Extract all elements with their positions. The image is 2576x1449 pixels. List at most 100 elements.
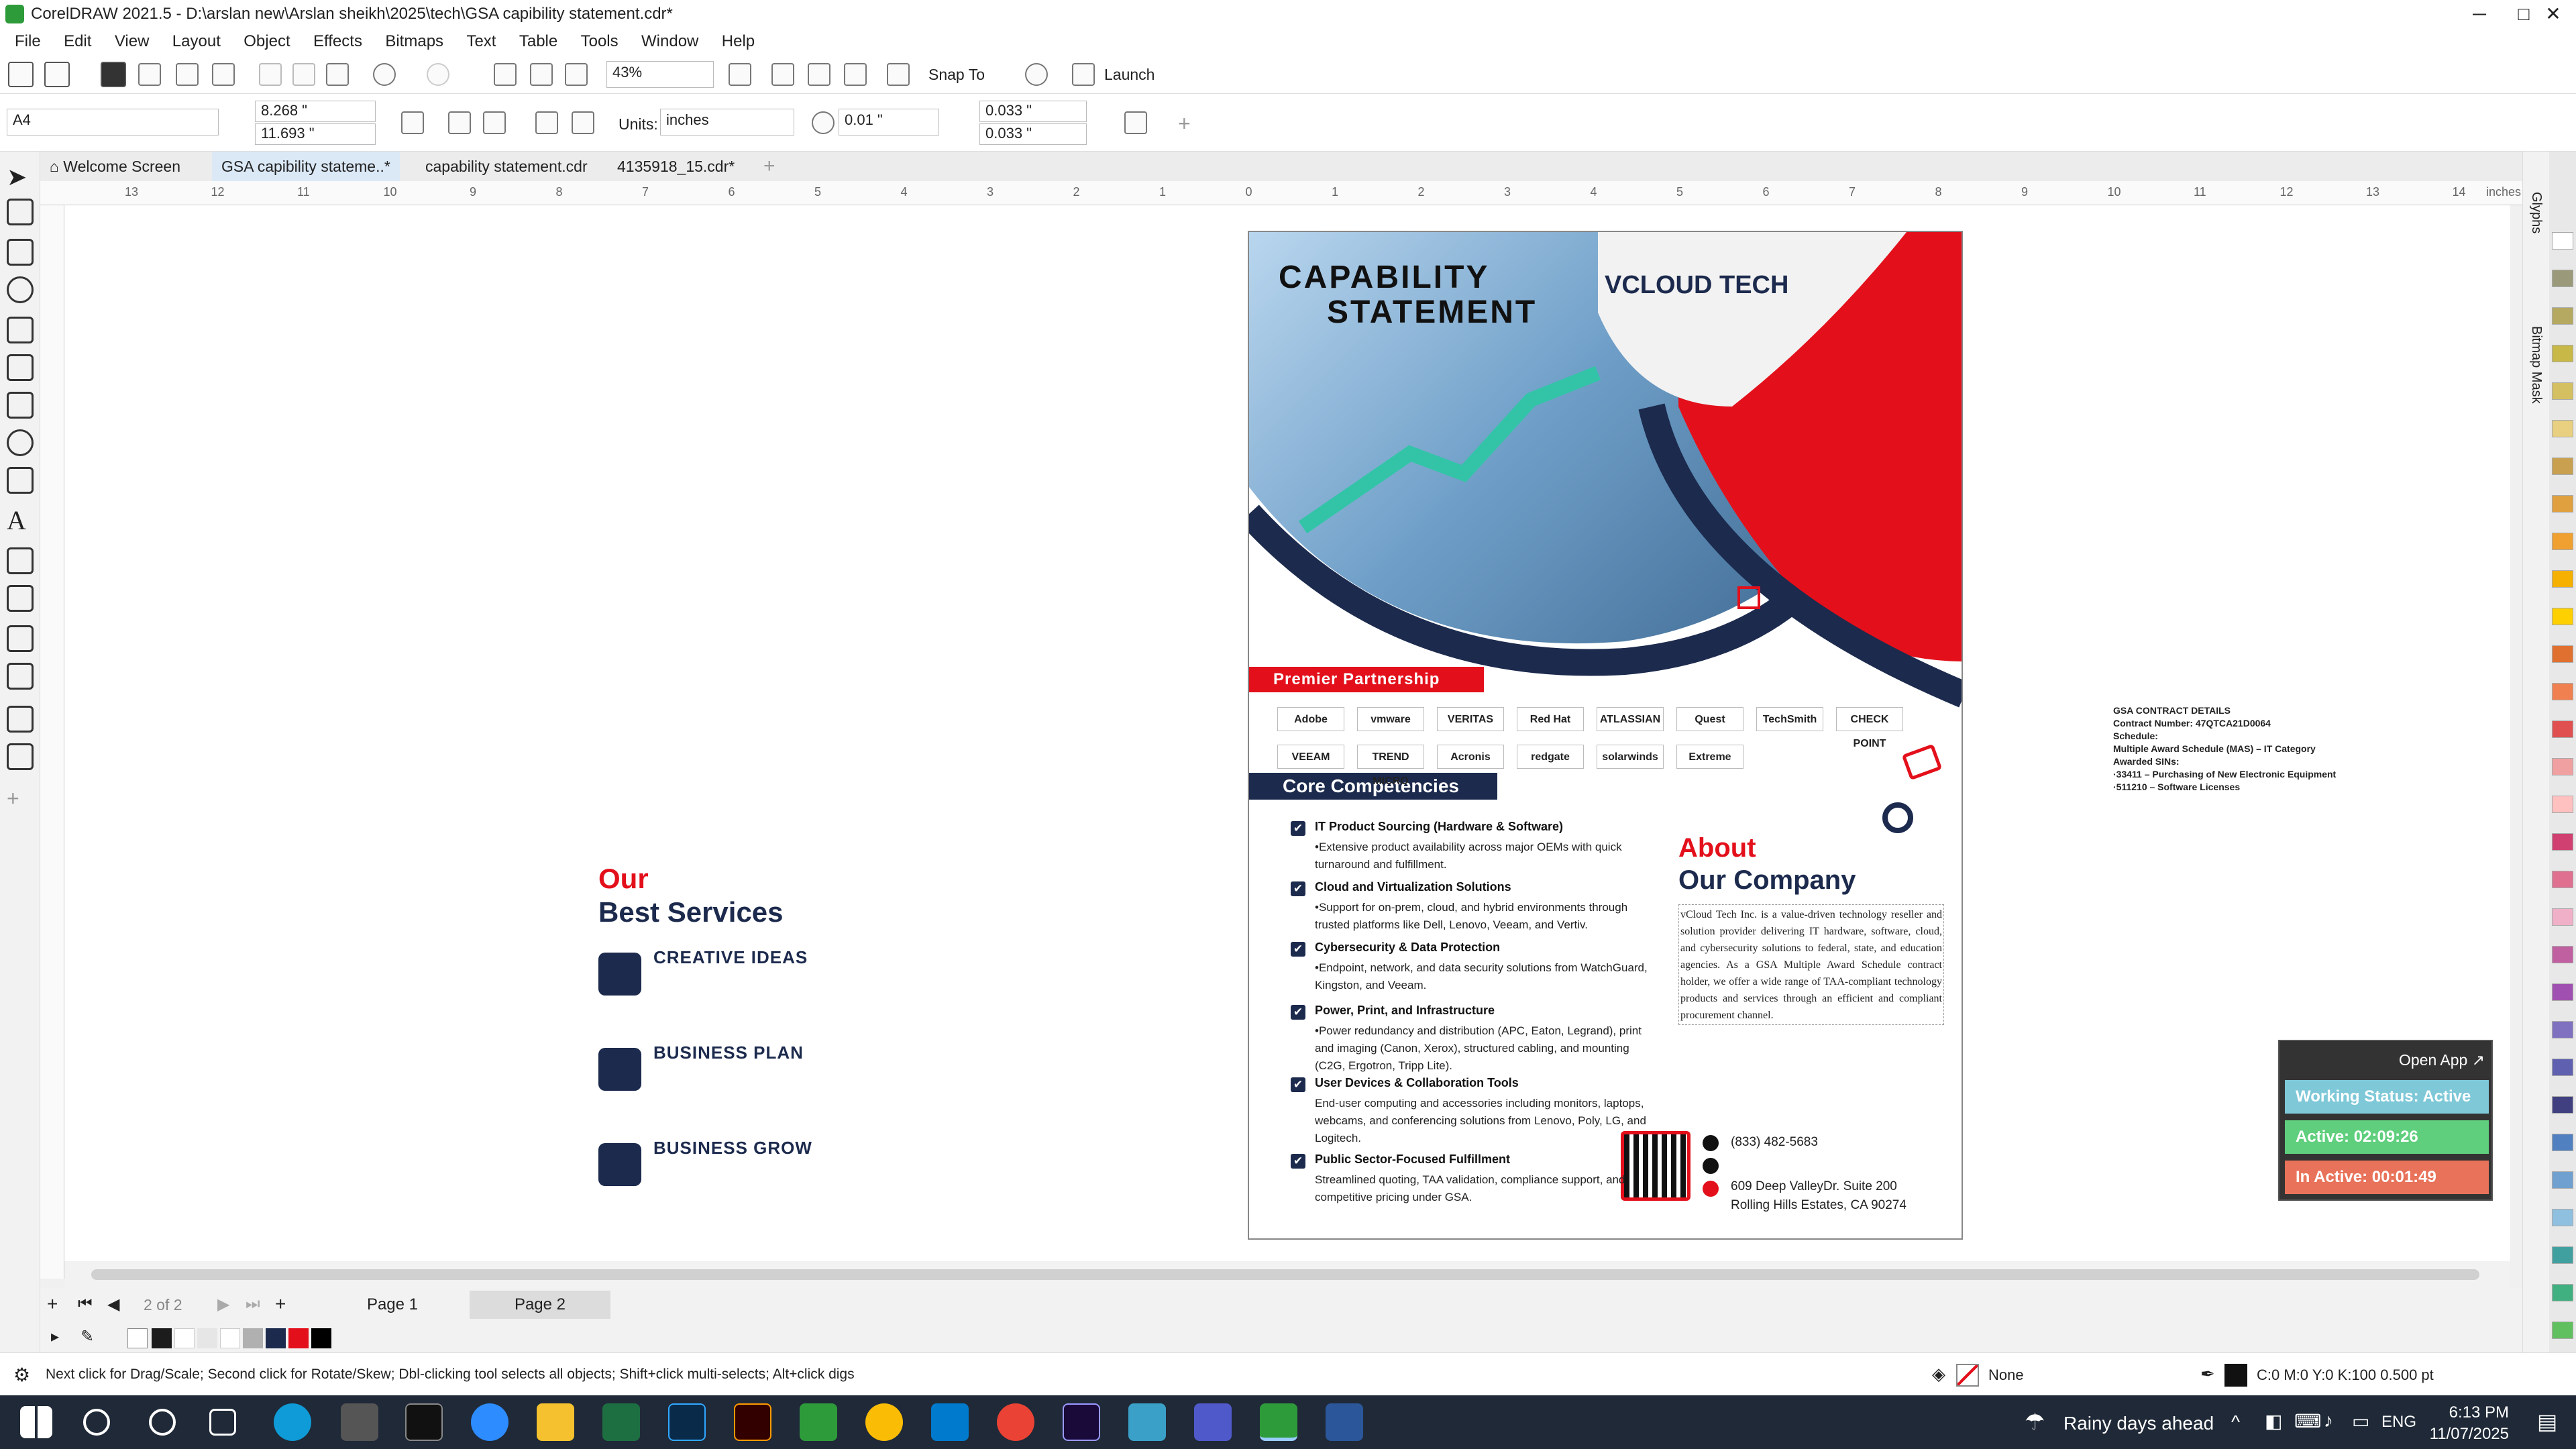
windows-start-icon[interactable] [20, 1406, 52, 1438]
menu-effects[interactable]: Effects [304, 28, 372, 55]
snap-to-dropdown[interactable]: Snap To [928, 66, 985, 84]
add-icon[interactable]: + [1178, 111, 1191, 136]
capability-statement-page[interactable]: CAPABILITY STATEMENT VCLOUD TECH Premier… [1248, 231, 1963, 1240]
interactive-fill-icon[interactable] [7, 743, 34, 770]
page-tab-2[interactable]: Page 2 [470, 1291, 610, 1319]
no-color-swatch[interactable] [127, 1328, 148, 1348]
coreldraw-taskbar-icon[interactable] [800, 1403, 837, 1441]
portrait-icon[interactable] [448, 111, 471, 134]
network-icon[interactable]: ⌨ [2294, 1410, 2321, 1432]
palette-swatch[interactable] [2552, 570, 2573, 588]
tray-apps-icon[interactable]: ◧ [2265, 1410, 2282, 1432]
open-app-button[interactable]: Open App ↗ [2394, 1048, 2490, 1072]
prev-page-icon[interactable]: ◀ [107, 1295, 119, 1314]
close-button[interactable]: ✕ [2529, 1, 2576, 27]
cut-icon[interactable] [259, 63, 282, 86]
horizontal-ruler[interactable]: 13 12 11 10 9 8 7 6 5 4 3 2 1 0 1 2 3 4 5 6 7 8 9 10 11 12 13 14 inc… [40, 181, 2522, 205]
premiere-icon[interactable] [1063, 1403, 1100, 1441]
ellipse-tool-icon[interactable] [7, 429, 34, 456]
chrome-profile-icon[interactable] [997, 1403, 1034, 1441]
palette-swatch[interactable] [2552, 232, 2573, 250]
palette-swatch[interactable] [2552, 608, 2573, 625]
weather-text[interactable]: Rainy days ahead [2063, 1413, 2214, 1434]
open-icon[interactable] [44, 62, 70, 87]
text-tool-icon[interactable]: A [7, 507, 34, 534]
menu-layout[interactable]: Layout [163, 28, 230, 55]
freehand-tool-icon[interactable] [7, 317, 34, 343]
next-page-icon[interactable]: ▶ [217, 1295, 229, 1314]
weather-icon[interactable]: ☂ [2025, 1409, 2045, 1436]
add-tool-icon[interactable]: + [7, 785, 34, 812]
search-icon[interactable] [83, 1409, 110, 1436]
page-layout-icon[interactable] [535, 111, 558, 134]
copy-icon[interactable] [292, 63, 315, 86]
parallel-dimension-icon[interactable] [7, 547, 34, 574]
palette-swatch[interactable] [2552, 270, 2573, 287]
notifications-icon[interactable]: ▤ [2537, 1409, 2557, 1434]
palette-swatch[interactable] [2552, 758, 2573, 775]
pen-app-icon[interactable] [341, 1403, 378, 1441]
palette-swatch[interactable] [2552, 1096, 2573, 1114]
no-fill-swatch[interactable] [1956, 1364, 1979, 1387]
swatch-black[interactable] [152, 1328, 172, 1348]
new-tab-icon[interactable]: + [754, 152, 785, 181]
rectangle-tool-icon[interactable] [7, 392, 34, 419]
menu-file[interactable]: File [5, 28, 50, 55]
palette-swatch[interactable] [2552, 1284, 2573, 1301]
clock-date[interactable]: 11/07/2025 [2422, 1425, 2509, 1444]
nudge-distance-field[interactable]: 0.01 " [839, 109, 939, 136]
coreldraw-active-icon[interactable] [1260, 1403, 1297, 1441]
save-icon[interactable] [101, 62, 126, 87]
palette-swatch[interactable] [2552, 1134, 2573, 1151]
menu-window[interactable]: Window [632, 28, 708, 55]
launch-dropdown[interactable]: Launch [1104, 66, 1155, 84]
units-select[interactable]: inches [660, 109, 794, 136]
minimize-button[interactable]: ─ [2455, 1, 2504, 27]
menu-tools[interactable]: Tools [572, 28, 628, 55]
pdf-icon[interactable] [565, 63, 588, 86]
gear-icon[interactable] [1025, 63, 1048, 86]
palette-swatch[interactable] [2552, 796, 2573, 813]
swatch-navy[interactable] [266, 1328, 286, 1348]
scrollbar-thumb[interactable] [91, 1269, 2479, 1280]
palette-swatch[interactable] [2552, 1322, 2573, 1339]
palette-swatch[interactable] [2552, 833, 2573, 851]
palette-swatch[interactable] [2552, 420, 2573, 437]
menu-view[interactable]: View [105, 28, 159, 55]
file-explorer-icon[interactable] [537, 1403, 574, 1441]
menu-bitmaps[interactable]: Bitmaps [376, 28, 453, 55]
tray-chevron-icon[interactable]: ^ [2231, 1411, 2240, 1433]
gsa-contract-details[interactable]: GSA CONTRACT DETAILS Contract Number: 47Q… [2113, 704, 2336, 794]
drop-shadow-icon[interactable] [7, 625, 34, 652]
menu-text[interactable]: Text [457, 28, 505, 55]
page-height-field[interactable]: 11.693 " [255, 123, 376, 145]
zoom-tool-icon[interactable] [7, 276, 34, 303]
snap-off-icon[interactable] [887, 63, 910, 86]
word-icon[interactable] [1326, 1403, 1363, 1441]
palette-swatch[interactable] [2552, 1021, 2573, 1038]
outline-swatch[interactable] [2224, 1364, 2247, 1387]
menu-table[interactable]: Table [510, 28, 567, 55]
all-pages-icon[interactable] [401, 111, 424, 134]
pick-tool-icon[interactable]: ➤ [7, 164, 34, 191]
connector-tool-icon[interactable] [7, 585, 34, 612]
tab-welcome-screen[interactable]: ⌂ Welcome Screen [40, 152, 190, 181]
palette-swatch[interactable] [2552, 683, 2573, 700]
palette-swatch[interactable] [2552, 458, 2573, 475]
upload-icon[interactable] [176, 63, 199, 86]
swatch-lightgray[interactable] [197, 1328, 217, 1348]
swatch-black[interactable] [311, 1328, 331, 1348]
photoshop-icon[interactable] [668, 1403, 706, 1441]
play-icon[interactable]: ▸ [51, 1327, 59, 1346]
edge-icon[interactable] [274, 1403, 311, 1441]
artistic-media-icon[interactable] [7, 354, 34, 381]
palette-swatch[interactable] [2552, 1246, 2573, 1264]
page-tab-1[interactable]: Page 1 [322, 1291, 463, 1319]
duplicate-x-field[interactable]: 0.033 " [979, 101, 1087, 122]
cortana-icon[interactable] [149, 1409, 176, 1436]
last-page-icon[interactable]: ⏭ [246, 1295, 260, 1313]
import-icon[interactable] [494, 63, 517, 86]
palette-swatch[interactable] [2552, 720, 2573, 738]
glyphs-docker-tab[interactable]: Glyphs [2528, 192, 2544, 233]
cloud-icon[interactable] [138, 63, 161, 86]
